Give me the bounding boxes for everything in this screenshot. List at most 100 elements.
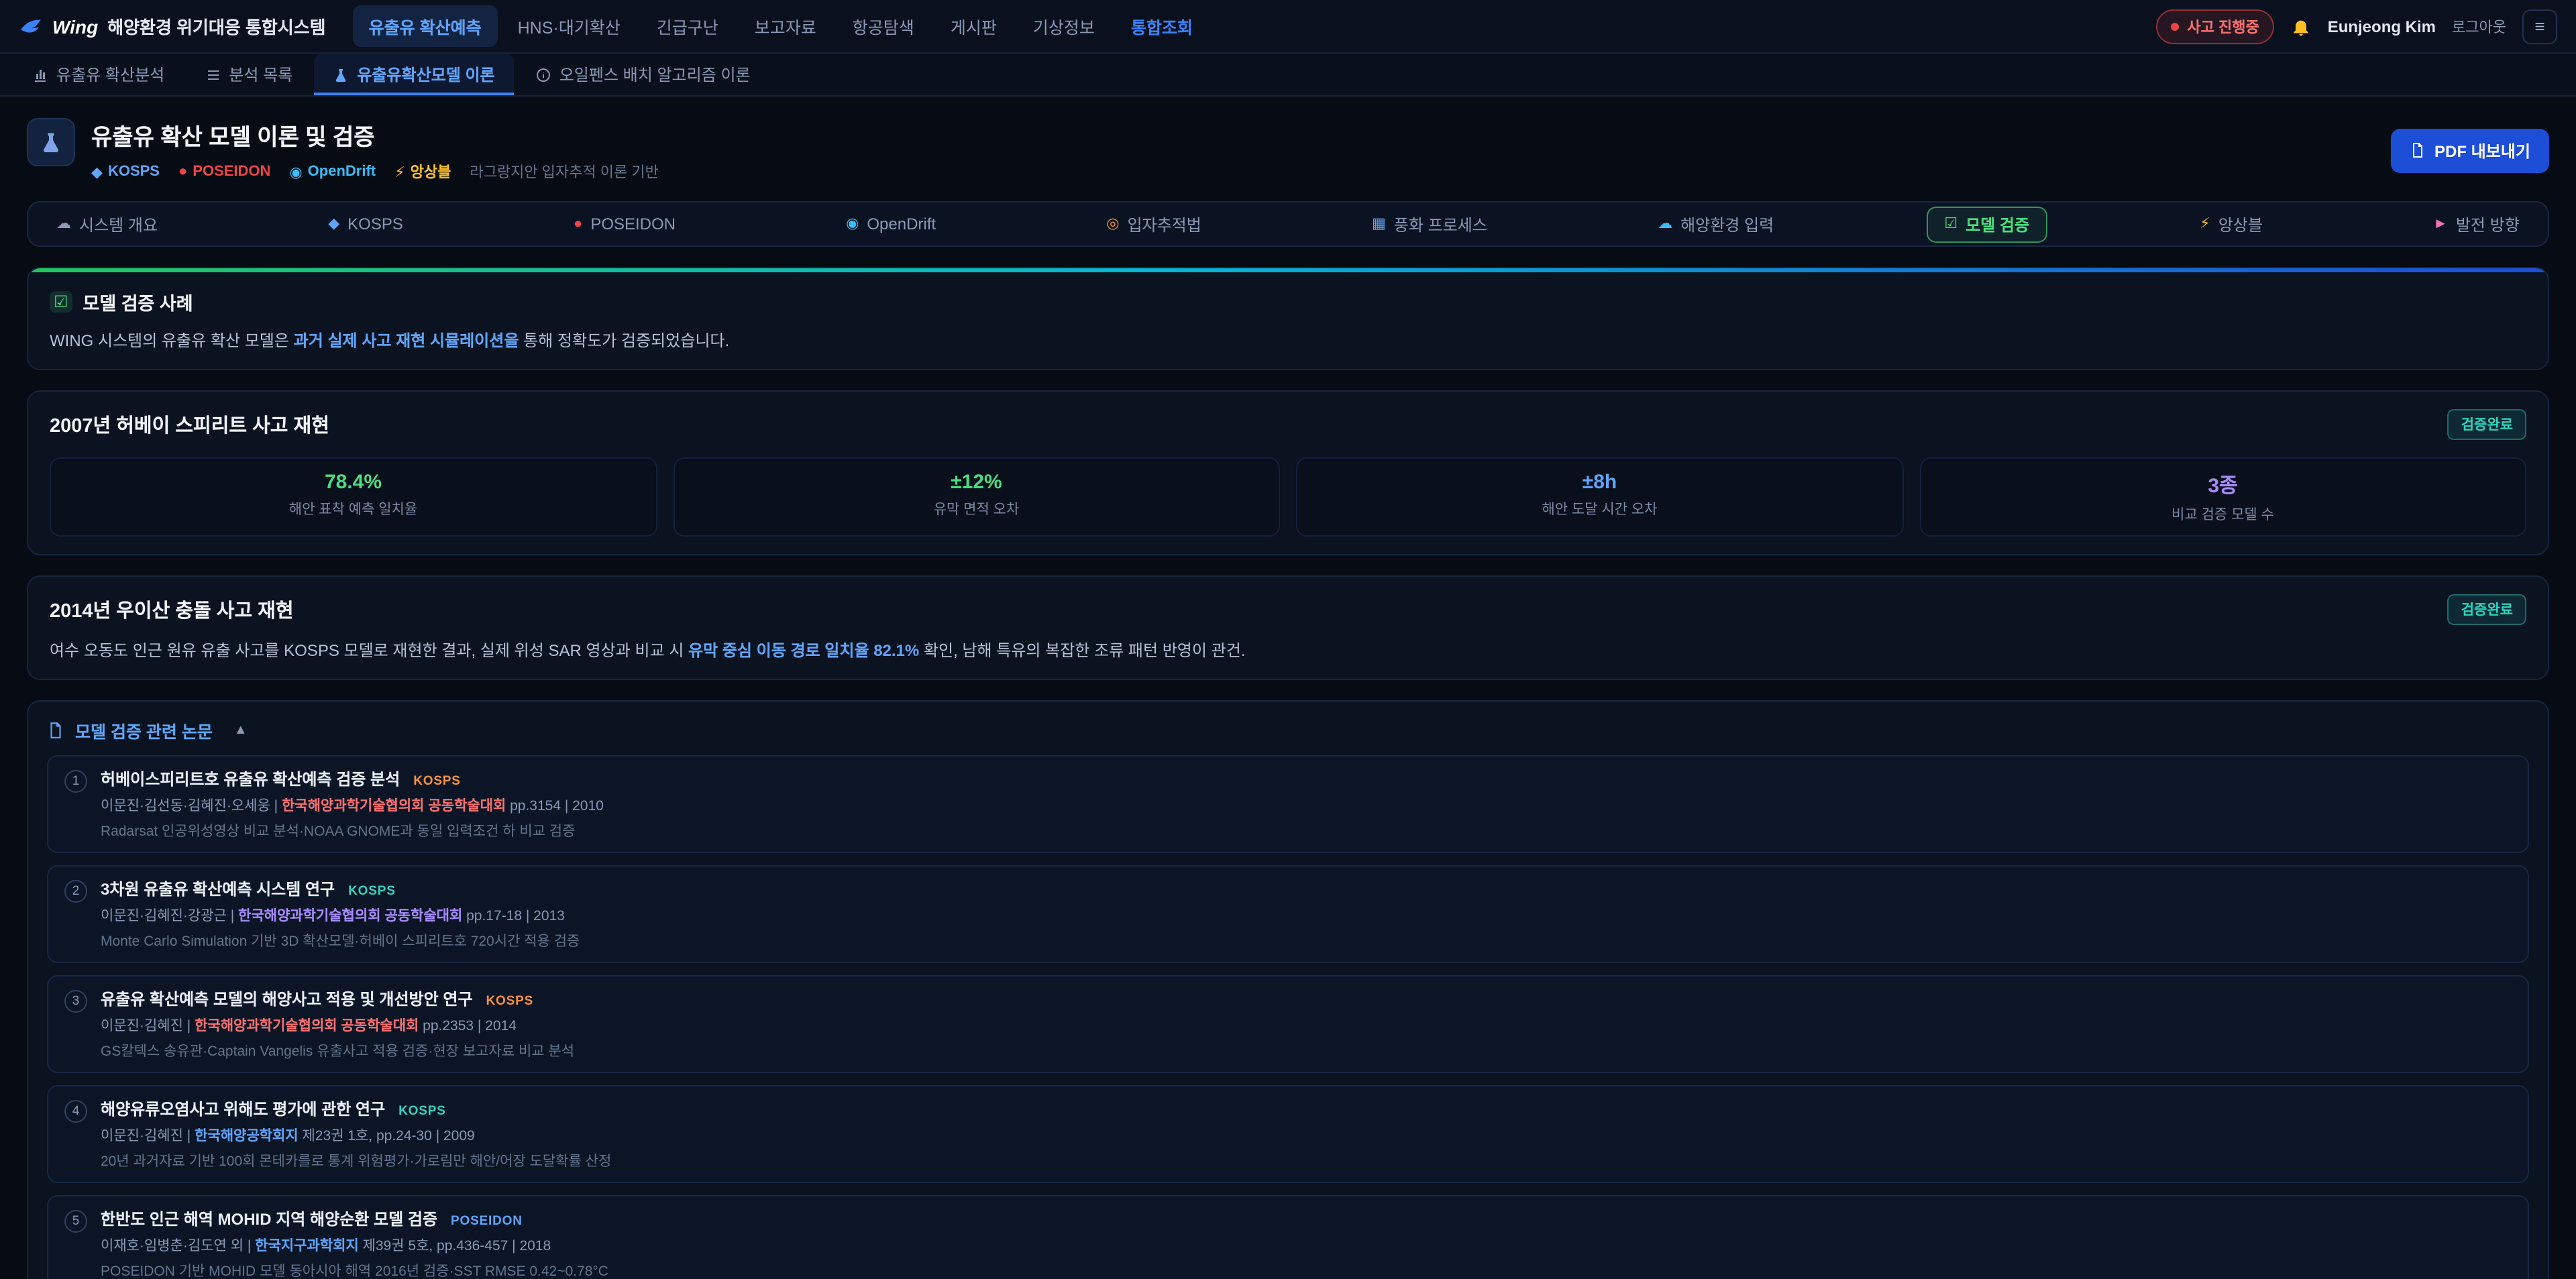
section-nav: ☁ 시스템 개요 ◆ KOSPS ● POSEIDON ◉ OpenDrift … (27, 201, 2549, 247)
cloud-icon: ☁ (56, 217, 71, 231)
document-icon (2409, 142, 2425, 158)
paper-meta: 이문진·김혜진·강광근 | 한국해양과학기술협의회 공동학술대회 pp.17-1… (101, 905, 2512, 926)
paper-title: 3차원 유출유 확산예측 시스템 연구 (101, 877, 335, 900)
stat-model-count: 3종 비교 검증 모델 수 (1919, 457, 2526, 537)
ensemble-badge: ⚡ 앙상블 (394, 161, 451, 182)
incident-status-badge[interactable]: 사고 진행중 (2156, 9, 2273, 44)
diamond-icon: ◆ (91, 163, 103, 180)
section-nav-weathering[interactable]: ▦ 풍화 프로세스 (1354, 206, 1505, 242)
section-nav-opendrift[interactable]: ◉ OpenDrift (828, 208, 953, 240)
paper-meta: 이문진·김혜진 | 한국해양과학기술협의회 공동학술대회 pp.2353 | 2… (101, 1015, 2512, 1036)
rocket-icon: ► (2433, 217, 2448, 231)
paper-item[interactable]: 3 유출유 확산예측 모델의 해양사고 적용 및 개선방안 연구 KOSPS 이… (47, 975, 2529, 1073)
verified-badge: 검증완료 (2448, 409, 2526, 440)
paper-item[interactable]: 4 해양유류오염사고 위해도 평가에 관한 연구 KOSPS 이문진·김혜진 |… (47, 1085, 2529, 1183)
case-2014-header: 2014년 우이산 충돌 사고 재현 검증완료 (50, 594, 2526, 625)
papers-card: 모델 검증 관련 논문 ▲ 1 허베이스피리트호 유출유 확산예측 검증 분석 … (27, 700, 2549, 1279)
paper-description: Monte Carlo Simulation 기반 3D 확산모델·허베이 스피… (101, 931, 2512, 951)
paper-item[interactable]: 5 한반도 인근 해역 MOHID 지역 해양순환 모델 검증 POSEIDON… (47, 1195, 2529, 1279)
highlight-text: 과거 실제 사고 재현 시뮬레이션을 (294, 331, 519, 350)
brand-title: 해양환경 위기대응 통합시스템 (107, 13, 325, 39)
incident-dot-icon (2171, 22, 2179, 30)
nav-item-aerial-search[interactable]: 항공탐색 (837, 5, 930, 47)
section-nav-ocean-input[interactable]: ☁ 해양환경 입력 (1640, 206, 1791, 242)
kosps-badge: ◆ KOSPS (91, 163, 160, 180)
check-icon: ☑ (50, 291, 72, 313)
main-nav: 유출유 확산예측 HNS·대기확산 긴급구난 보고자료 항공탐색 게시판 기상정… (353, 5, 2138, 47)
paper-meta: 이문진·김선동·김혜진·오세웅 | 한국해양과학기술협의회 공동학술대회 pp.… (101, 795, 2512, 816)
tab-analysis-list[interactable]: 분석 목록 (186, 54, 311, 95)
nav-item-hns-dispersion[interactable]: HNS·대기확산 (502, 5, 637, 47)
collapse-arrow-icon[interactable]: ▲ (234, 723, 248, 738)
section-nav-future-direction[interactable]: ► 발전 방향 (2416, 206, 2537, 242)
journal-name: 한국해양과학기술협의회 공동학술대회 (282, 798, 506, 814)
section-nav-model-validation[interactable]: ☑ 모델 검증 (1927, 206, 2047, 242)
info-icon (535, 66, 551, 82)
nav-item-oil-spill-forecast[interactable]: 유출유 확산예측 (353, 5, 498, 47)
tab-spill-analysis[interactable]: 유출유 확산분석 (13, 54, 183, 95)
case-2007-header: 2007년 허베이 스피리트 사고 재현 검증완료 (50, 409, 2526, 440)
sub-tabbar: 유출유 확산분석 분석 목록 유출유확산모델 이론 오일펜스 배치 알고리즘 이… (0, 54, 2576, 97)
app-window: Wing 해양환경 위기대응 통합시스템 유출유 확산예측 HNS·대기확산 긴… (0, 0, 2576, 1279)
logout-link[interactable]: 로그아웃 (2452, 15, 2506, 37)
paper-item[interactable]: 1 허베이스피리트호 유출유 확산예측 검증 분석 KOSPS 이문진·김선동·… (47, 755, 2529, 853)
paper-item[interactable]: 2 3차원 유출유 확산예측 시스템 연구 KOSPS 이문진·김혜진·강광근 … (47, 865, 2529, 963)
case-2014-title: 2014년 우이산 충돌 사고 재현 (50, 596, 294, 624)
paper-description: 20년 과거자료 기반 100회 몬테카를로 통계 위험평가·가로림만 해안/어… (101, 1151, 2512, 1171)
paper-model-badge: KOSPS (486, 994, 534, 1009)
brand[interactable]: Wing 해양환경 위기대응 통합시스템 (19, 13, 326, 39)
hamburger-menu-button[interactable]: ≡ (2522, 9, 2557, 44)
lightning-icon: ⚡ (394, 163, 405, 180)
opendrift-badge: ◉ OpenDrift (289, 163, 376, 180)
nav-item-emergency-rescue[interactable]: 긴급구난 (641, 5, 735, 47)
target-icon: ◉ (846, 217, 859, 231)
bell-icon[interactable] (2290, 15, 2312, 37)
paper-number: 5 (64, 1210, 87, 1233)
validation-intro-title: ☑ 모델 검증 사례 (50, 288, 2526, 315)
page-subtitle: 라그랑지안 입자추적 이론 기반 (470, 161, 658, 182)
journal-name: 한국지구과학회지 (255, 1238, 359, 1254)
page-title: 유출유 확산 모델 이론 및 검증 (91, 118, 659, 152)
page-header: 유출유 확산 모델 이론 및 검증 ◆ KOSPS ● POSEIDON ◉ O… (27, 118, 2549, 182)
top-navbar: Wing 해양환경 위기대응 통합시스템 유출유 확산예측 HNS·대기확산 긴… (0, 0, 2576, 54)
validation-intro-text: WING 시스템의 유출유 확산 모델은 과거 실제 사고 재현 시뮬레이션을 … (50, 329, 2526, 351)
target-icon: ◉ (289, 163, 302, 180)
pdf-export-button[interactable]: PDF 내보내기 (2390, 128, 2549, 172)
case-2007-stats: 78.4% 해안 표착 예측 일치율 ±12% 유막 면적 오차 ±8h 해안 … (50, 457, 2526, 537)
paper-description: GS칼텍스 송유관·Captain Vangelis 유출사고 적용 검증·현장… (101, 1041, 2512, 1061)
case-2014-text: 여수 오동도 인근 원유 유출 사고를 KOSPS 모델로 재현한 결과, 실제… (50, 638, 2526, 661)
nav-item-reports[interactable]: 보고자료 (739, 5, 833, 47)
validation-intro-card: ☑ 모델 검증 사례 WING 시스템의 유출유 확산 모델은 과거 실제 사고… (27, 267, 2549, 370)
brand-logo-text: Wing (52, 15, 98, 37)
nav-item-weather-info[interactable]: 기상정보 (1017, 5, 1111, 47)
case-2014-card: 2014년 우이산 충돌 사고 재현 검증완료 여수 오동도 인근 원유 유출 … (27, 575, 2549, 680)
model-badge-row: ◆ KOSPS ● POSEIDON ◉ OpenDrift ⚡ 앙상블 (91, 161, 659, 182)
paper-number: 3 (64, 990, 87, 1013)
tab-diffusion-model-theory[interactable]: 유출유확산모델 이론 (314, 54, 513, 95)
paper-title: 해양유류오염사고 위해도 평가에 관한 연구 (101, 1097, 385, 1120)
particle-icon: ◎ (1106, 217, 1119, 231)
journal-name: 한국해양과학기술협의회 공동학술대회 (195, 1018, 419, 1034)
paper-model-badge: POSEIDON (451, 1214, 523, 1229)
section-nav-particle-tracking[interactable]: ◎ 입자추적법 (1089, 206, 1219, 242)
paper-number: 1 (64, 770, 87, 793)
section-nav-poseidon[interactable]: ● POSEIDON (556, 208, 693, 240)
page-title-block: 유출유 확산 모델 이론 및 검증 ◆ KOSPS ● POSEIDON ◉ O… (91, 118, 659, 182)
user-name: Eunjeong Kim (2328, 17, 2436, 36)
section-nav-ensemble[interactable]: ⚡ 앙상블 (2182, 206, 2280, 242)
diamond-icon: ◆ (328, 217, 339, 231)
section-nav-kosps[interactable]: ◆ KOSPS (311, 208, 421, 240)
nav-item-integrated-search[interactable]: 통합조회 (1115, 5, 1209, 47)
highlight-text: 유막 중심 이동 경로 일치율 82.1% (688, 641, 919, 660)
tab-oil-fence-algorithm-theory[interactable]: 오일펜스 배치 알고리즘 이론 (517, 54, 769, 95)
lightning-icon: ⚡ (2200, 217, 2210, 231)
papers-header[interactable]: 모델 검증 관련 논문 ▲ (47, 718, 2529, 743)
section-nav-overview[interactable]: ☁ 시스템 개요 (39, 206, 175, 242)
paper-number: 2 (64, 880, 87, 903)
stat-slick-area-error: ±12% 유막 면적 오차 (673, 457, 1280, 537)
verified-badge: 검증완료 (2448, 594, 2526, 625)
paper-description: POSEIDON 기반 MOHID 모델 동아시아 해역 2016년 검증·SS… (101, 1261, 2512, 1279)
nav-item-board[interactable]: 게시판 (934, 5, 1013, 47)
paper-title: 한반도 인근 해역 MOHID 지역 해양순환 모델 검증 (101, 1207, 437, 1230)
main-content: 유출유 확산 모델 이론 및 검증 ◆ KOSPS ● POSEIDON ◉ O… (0, 97, 2576, 1279)
